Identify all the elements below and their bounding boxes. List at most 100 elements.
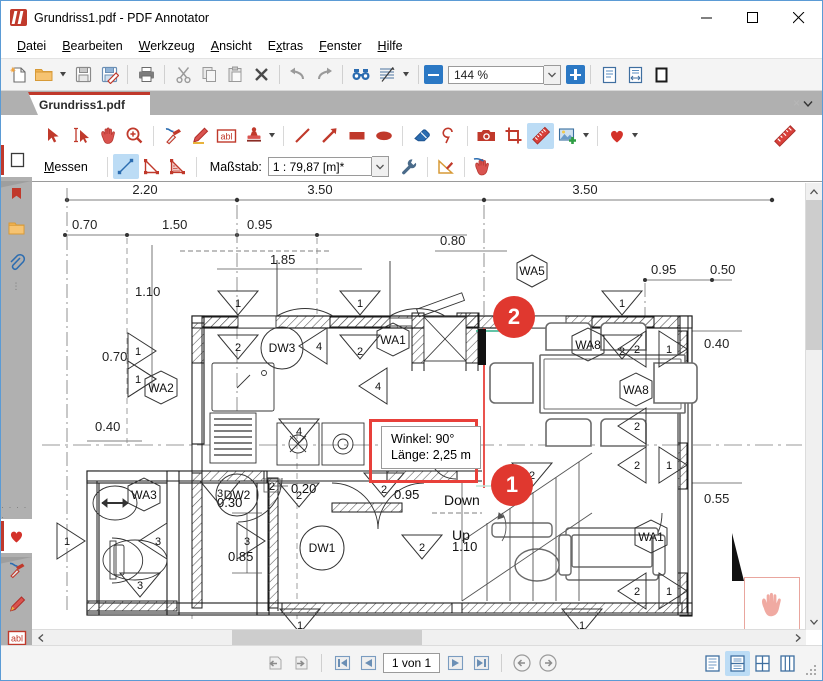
hand-cursor-overlay[interactable]	[744, 577, 800, 630]
menu-hilfe[interactable]: Hilfe	[370, 36, 411, 56]
previous-view-icon[interactable]	[263, 652, 287, 674]
text-select-tool[interactable]	[67, 123, 94, 149]
eraser-tool[interactable]	[408, 123, 435, 149]
copy-icon[interactable]	[196, 62, 222, 87]
vertical-scroll-thumb[interactable]	[806, 200, 822, 350]
tab-close-icon[interactable]: ×	[793, 96, 800, 110]
close-button[interactable]	[776, 1, 822, 34]
menu-extras[interactable]: Extras	[260, 36, 311, 56]
pen-tool[interactable]	[159, 123, 186, 149]
crop-tool[interactable]	[500, 123, 527, 149]
sidebar-item-pages[interactable]	[1, 143, 32, 188]
ellipse-tool[interactable]	[370, 123, 397, 149]
lasso-tool[interactable]	[435, 123, 462, 149]
tab-grundriss1[interactable]: Grundriss1.pdf	[28, 92, 150, 115]
undo-icon[interactable]	[285, 62, 311, 87]
insert-image-tool[interactable]	[554, 123, 581, 149]
measure-tool[interactable]	[527, 122, 554, 149]
favorites-tool[interactable]	[603, 123, 630, 149]
annotation-marker-1[interactable]: 1	[491, 464, 533, 506]
cut-icon[interactable]	[170, 62, 196, 87]
scroll-left-arrow[interactable]	[32, 630, 49, 646]
view-mode-single[interactable]	[700, 651, 725, 676]
sidebar-item-attachments[interactable]	[1, 245, 32, 279]
stamp-tool[interactable]	[240, 123, 267, 149]
menu-ansicht[interactable]: Ansicht	[203, 36, 260, 56]
sidebar-item-highlighter[interactable]	[1, 587, 32, 621]
find-icon[interactable]	[348, 62, 374, 87]
print-icon[interactable]	[133, 62, 159, 87]
measure-area-tool[interactable]	[165, 154, 191, 179]
ocr-icon[interactable]	[374, 62, 400, 87]
menu-fenster[interactable]: Fenster	[311, 36, 369, 56]
zoom-input[interactable]: 144 %	[448, 65, 544, 84]
resize-grip[interactable]	[806, 665, 818, 677]
arrow-tool[interactable]	[316, 123, 343, 149]
measure-distance-tool[interactable]	[112, 154, 139, 179]
forward-circle-icon[interactable]	[536, 652, 560, 674]
new-document-icon[interactable]	[5, 62, 31, 87]
maximize-button[interactable]	[730, 1, 776, 34]
view-mode-continuous[interactable]	[725, 650, 750, 676]
delete-icon[interactable]	[248, 62, 274, 87]
select-arrow-tool[interactable]	[40, 123, 67, 149]
snapshot-tool[interactable]	[473, 123, 500, 149]
fit-width-view-icon[interactable]	[622, 62, 648, 87]
next-view-icon[interactable]	[289, 652, 313, 674]
first-page-icon[interactable]	[330, 652, 354, 674]
view-mode-grid[interactable]	[775, 651, 800, 676]
single-page-view-icon[interactable]	[596, 62, 622, 87]
menu-werkzeug[interactable]: Werkzeug	[131, 36, 203, 56]
palm-rejection-button[interactable]	[470, 154, 496, 179]
sidebar-splitter[interactable]: ⋮	[1, 279, 32, 293]
sidebar-item-bookmarks[interactable]	[1, 177, 32, 211]
textbox-tool[interactable]: abl	[213, 123, 240, 149]
open-folder-dropdown-icon[interactable]	[57, 62, 70, 87]
hand-tool[interactable]	[94, 123, 121, 149]
stamp-dropdown[interactable]	[267, 123, 278, 149]
chevron-down-icon[interactable]	[803, 97, 813, 111]
previous-page-icon[interactable]	[356, 652, 380, 674]
scale-input[interactable]: 1 : 79,87 [m]*	[267, 157, 372, 176]
paste-icon[interactable]	[222, 62, 248, 87]
full-screen-view-icon[interactable]	[648, 62, 674, 87]
scroll-down-arrow[interactable]	[806, 613, 822, 630]
measure-angle-tool[interactable]	[139, 154, 165, 179]
sidebar-item-documents[interactable]	[1, 211, 32, 245]
sidebar-item-pen[interactable]	[1, 553, 32, 587]
ocr-dropdown-icon[interactable]	[400, 62, 413, 87]
open-folder-icon[interactable]	[31, 62, 57, 87]
menu-bearbeiten[interactable]: Bearbeiten	[54, 36, 130, 56]
last-page-icon[interactable]	[469, 652, 493, 674]
redo-icon[interactable]	[311, 62, 337, 87]
annotation-marker-2[interactable]: 2	[493, 296, 535, 338]
favorites-dropdown[interactable]	[630, 123, 641, 149]
line-tool[interactable]	[289, 123, 316, 149]
zoom-out-button[interactable]	[424, 65, 443, 84]
insert-image-dropdown[interactable]	[581, 123, 592, 149]
horizontal-scroll-thumb[interactable]	[232, 630, 422, 646]
scale-dropdown-icon[interactable]	[371, 156, 389, 177]
page-indicator[interactable]: 1 von 1	[383, 653, 440, 673]
save-icon[interactable]	[70, 62, 96, 87]
horizontal-scrollbar[interactable]	[32, 629, 806, 646]
measure-callout[interactable]: Winkel: 90° Länge: 2,25 m	[381, 426, 481, 469]
save-as-annotated-icon[interactable]	[96, 62, 122, 87]
measure-settings-button[interactable]	[396, 154, 422, 179]
scroll-up-arrow[interactable]	[806, 183, 822, 200]
vertical-scrollbar[interactable]	[805, 183, 822, 630]
sidebar-item-favorites[interactable]	[1, 519, 32, 564]
menu-datei[interactable]: Datei	[9, 36, 54, 56]
zoom-dropdown-icon[interactable]	[544, 64, 561, 85]
view-mode-facing[interactable]	[750, 651, 775, 676]
zoom-in-button[interactable]	[566, 65, 585, 84]
zoom-tool[interactable]	[121, 123, 148, 149]
highlighter-tool[interactable]	[186, 123, 213, 149]
ruler-tool-indicator[interactable]	[771, 123, 798, 149]
minimize-button[interactable]	[684, 1, 730, 34]
scroll-right-arrow[interactable]	[789, 630, 806, 646]
next-page-icon[interactable]	[443, 652, 467, 674]
calibrate-button[interactable]	[433, 154, 459, 179]
back-circle-icon[interactable]	[510, 652, 534, 674]
pdf-canvas[interactable]: 2.20 3.50 3.50 0.70 1.50 0.95 0.80 0.95	[32, 183, 806, 630]
